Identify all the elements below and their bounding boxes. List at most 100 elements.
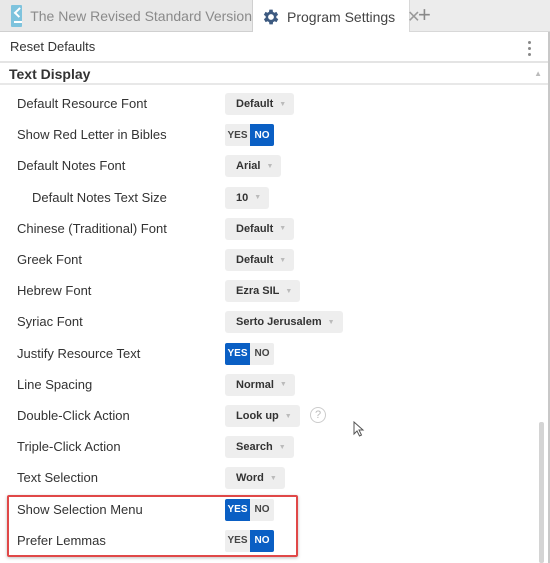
dropdown-value: 10	[236, 191, 249, 204]
setting-row: Default Notes Font Arial ▼	[0, 150, 540, 181]
setting-dropdown: Ezra SIL ▼	[225, 280, 301, 303]
toolbar: Reset Defaults	[0, 32, 548, 63]
setting-dropdown: Default ▼	[225, 249, 295, 271]
dropdown-value: Search	[236, 441, 273, 454]
dropdown-select[interactable]: Look up ▼	[225, 405, 300, 427]
dropdown-select[interactable]: Word ▼	[225, 467, 285, 490]
setting-label: Syriac Font	[17, 314, 83, 330]
chevron-down-icon: ▼	[279, 381, 287, 389]
toggle-yes-button[interactable]: YES	[225, 124, 250, 147]
chevron-down-icon: ▼	[284, 412, 292, 420]
dropdown-value: Default	[236, 254, 274, 266]
toggle-no-button[interactable]: NO	[250, 342, 274, 365]
setting-label: Prefer Lemmas	[17, 532, 106, 548]
setting-toggle: YES NO	[225, 529, 274, 552]
dropdown-select[interactable]: Arial ▼	[225, 155, 282, 178]
book-icon	[11, 4, 23, 27]
toggle-yes-button[interactable]: YES	[225, 498, 250, 521]
tab-bar: The New Revised Standard Version Program…	[0, 0, 550, 33]
dropdown-select[interactable]: Default ▼	[225, 249, 295, 271]
setting-label: Double-Click Action	[17, 408, 130, 423]
setting-dropdown: Look up ▼	[225, 405, 300, 427]
dropdown-value: Normal	[236, 378, 274, 391]
add-tab-button[interactable]: +	[418, 4, 431, 26]
setting-label: Default Notes Text Size	[32, 189, 167, 205]
setting-toggle: YES NO	[225, 342, 274, 365]
setting-row: Text Selection Word ▼	[0, 462, 540, 493]
setting-row: Line Spacing Normal ▼	[0, 369, 540, 400]
setting-dropdown: Arial ▼	[225, 155, 282, 178]
setting-row: Prefer Lemmas YES NO	[0, 525, 540, 556]
dropdown-select[interactable]: Default ▼	[225, 93, 295, 115]
dropdown-select[interactable]: Serto Jerusalem ▼	[225, 311, 343, 334]
dropdown-value: Look up	[236, 410, 279, 422]
setting-label: Show Red Letter in Bibles	[17, 127, 167, 143]
setting-dropdown: Serto Jerusalem ▼	[225, 311, 343, 334]
chevron-down-icon: ▼	[279, 100, 287, 108]
toggle-no-button[interactable]: NO	[250, 529, 274, 552]
toggle-no-button[interactable]: NO	[250, 498, 274, 521]
setting-label: Justify Resource Text	[17, 345, 141, 361]
setting-dropdown: Search ▼	[225, 436, 294, 459]
setting-row: Syriac Font Serto Jerusalem ▼	[0, 306, 540, 337]
setting-label: Text Selection	[17, 470, 98, 486]
gear-icon	[261, 7, 281, 27]
setting-dropdown: Default ▼	[225, 93, 295, 115]
dropdown-value: Default	[236, 222, 274, 235]
collapse-arrow-icon[interactable]: ▲	[534, 69, 542, 78]
dropdown-select[interactable]: 10 ▼	[225, 186, 270, 209]
setting-label: Default Resource Font	[17, 96, 148, 111]
setting-toggle: YES NO	[225, 498, 274, 521]
chevron-down-icon: ▼	[278, 443, 286, 451]
setting-label: Hebrew Font	[17, 283, 92, 299]
scrollbar-thumb[interactable]	[539, 422, 544, 563]
dropdown-select[interactable]: Ezra SIL ▼	[225, 280, 301, 303]
toggle-no-button[interactable]: NO	[250, 124, 274, 147]
tab-title: The New Revised Standard Version	[30, 7, 252, 24]
chevron-down-icon: ▼	[279, 256, 287, 264]
chevron-down-icon: ▼	[269, 474, 277, 482]
chevron-down-icon: ▼	[279, 225, 287, 233]
dropdown-select[interactable]: Normal ▼	[225, 373, 295, 396]
help-icon[interactable]: ?	[310, 407, 326, 423]
section-header[interactable]: Text Display ▲	[0, 65, 548, 85]
chevron-down-icon: ▼	[266, 162, 274, 170]
yes-no-toggle[interactable]: YES NO	[225, 124, 274, 147]
setting-label: Default Notes Font	[17, 158, 126, 174]
setting-row: Double-Click Action Look up ▼?	[0, 400, 540, 431]
setting-row: Show Selection Menu YES NO	[0, 494, 540, 525]
reset-defaults-button[interactable]: Reset Defaults	[10, 39, 95, 54]
dropdown-value: Serto Jerusalem	[236, 316, 322, 329]
yes-no-toggle[interactable]: YES NO	[225, 498, 274, 521]
yes-no-toggle[interactable]: YES NO	[225, 342, 274, 365]
dropdown-select[interactable]: Default ▼	[225, 217, 295, 240]
kebab-menu-icon[interactable]	[528, 41, 532, 56]
setting-label: Line Spacing	[17, 376, 93, 392]
setting-row: Default Notes Text Size 10 ▼	[0, 182, 540, 213]
setting-toggle: YES NO	[225, 124, 274, 147]
tab-nrsv[interactable]: The New Revised Standard Version	[0, 0, 253, 32]
setting-dropdown: Normal ▼	[225, 373, 295, 396]
setting-label: Triple-Click Action	[17, 439, 121, 455]
chevron-down-icon: ▼	[327, 318, 335, 326]
setting-row: Default Resource Font Default ▼	[0, 88, 540, 119]
section-title: Text Display	[9, 66, 91, 82]
dropdown-select[interactable]: Search ▼	[225, 436, 294, 459]
yes-no-toggle[interactable]: YES NO	[225, 529, 274, 552]
chevron-down-icon: ▼	[285, 287, 293, 295]
tab-program-settings[interactable]: Program Settings ✕	[253, 0, 421, 33]
setting-row: Hebrew Font Ezra SIL ▼	[0, 275, 540, 306]
setting-dropdown: Default ▼	[225, 217, 295, 240]
setting-row: Chinese (Traditional) Font Default ▼	[0, 213, 540, 244]
toggle-yes-button[interactable]: YES	[225, 529, 250, 552]
setting-row: Triple-Click Action Search ▼	[0, 431, 540, 462]
dropdown-value: Default	[236, 98, 274, 110]
setting-dropdown: 10 ▼	[225, 186, 270, 209]
setting-label: Greek Font	[17, 252, 83, 267]
tab-title: Program Settings	[287, 8, 396, 25]
chevron-down-icon: ▼	[254, 194, 262, 202]
toggle-yes-button[interactable]: YES	[225, 342, 250, 365]
setting-label: Show Selection Menu	[17, 501, 143, 517]
dropdown-value: Arial	[236, 160, 261, 173]
setting-row: Greek Font Default ▼	[0, 244, 540, 275]
